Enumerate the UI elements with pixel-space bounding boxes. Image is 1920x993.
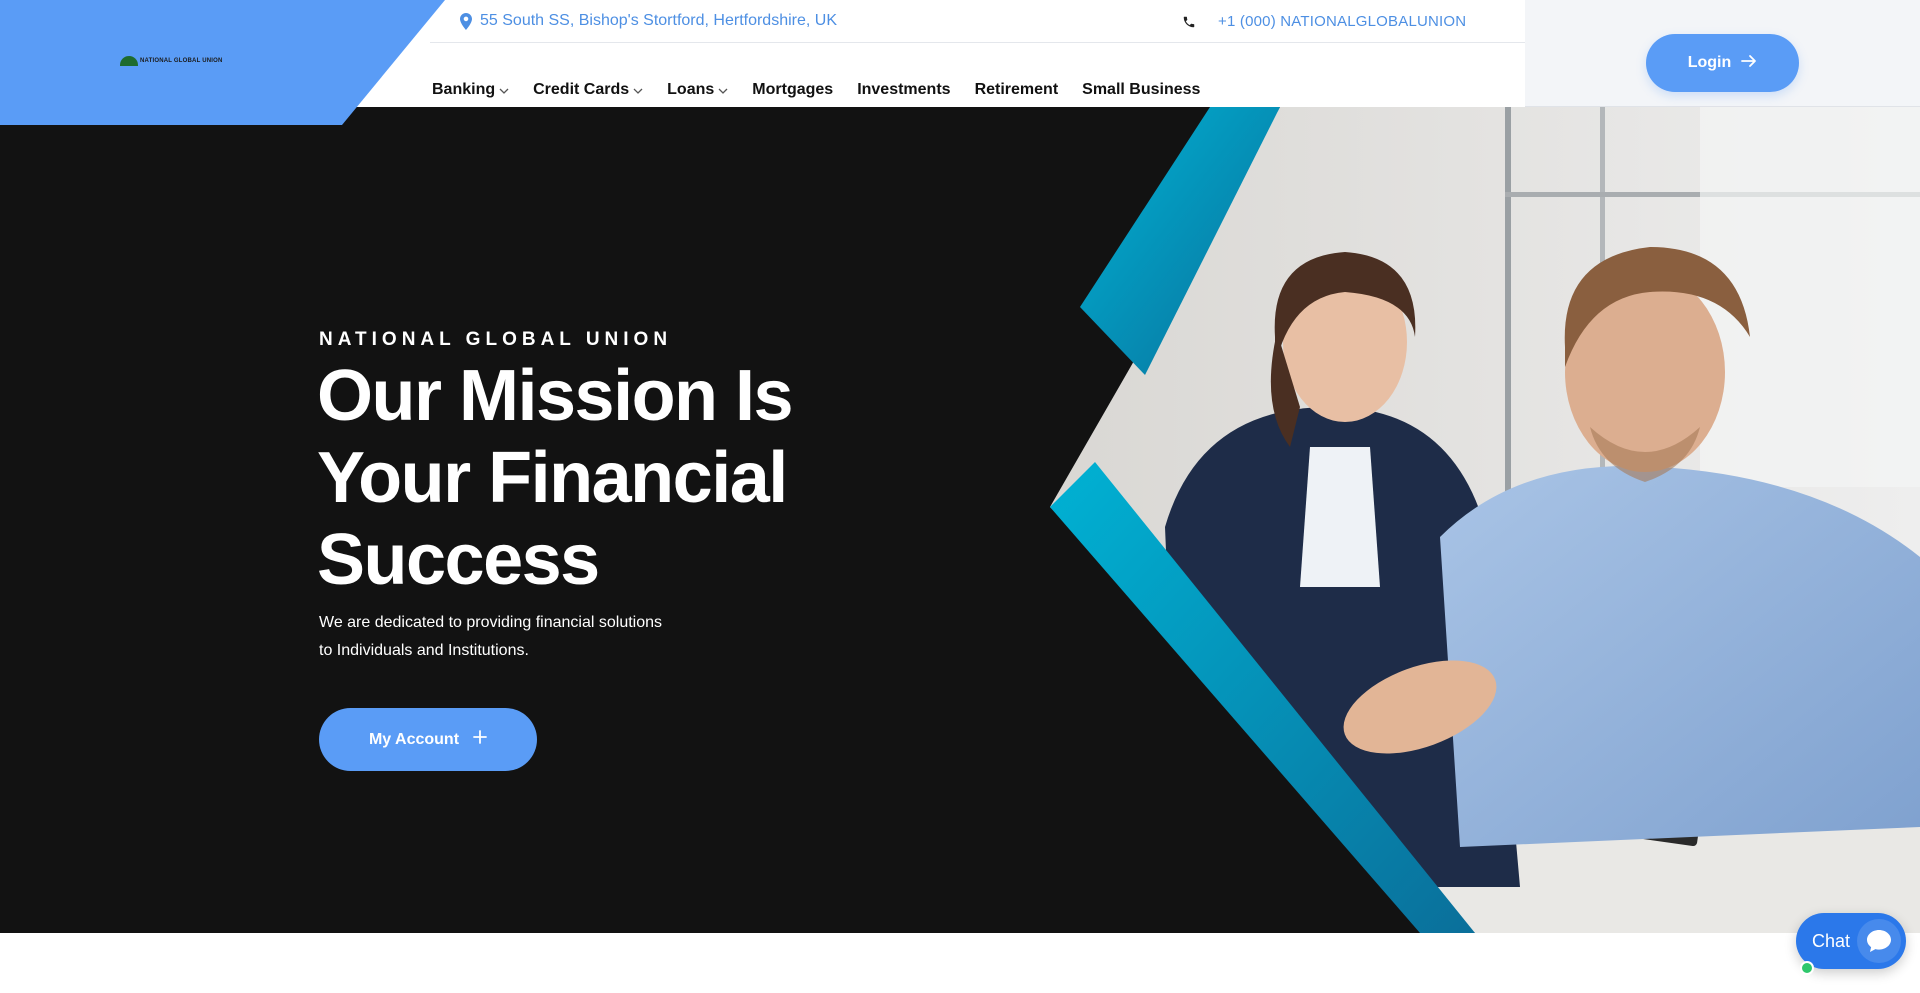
arrow-right-icon — [1741, 54, 1757, 73]
hero-title: Our Mission Is Your Financial Success — [317, 355, 837, 601]
hero-section: NATIONAL GLOBAL UNION Our Mission Is You… — [0, 107, 1920, 933]
plus-icon — [473, 730, 487, 749]
hero-eyebrow: NATIONAL GLOBAL UNION — [319, 329, 673, 350]
hero-title-line: Success — [317, 520, 600, 600]
online-status-dot — [1800, 961, 1814, 975]
chat-widget-button[interactable]: Chat — [1796, 913, 1906, 975]
nav-item-credit-cards[interactable]: Credit Cards — [533, 81, 643, 99]
nav-item-label: Investments — [857, 81, 951, 98]
nav-item-investments[interactable]: Investments — [857, 81, 950, 99]
phone-info[interactable]: +1 (000) NATIONALGLOBALUNION — [1182, 13, 1466, 30]
nav-item-small-business[interactable]: Small Business — [1082, 81, 1200, 99]
site-logo[interactable]: NATIONAL GLOBAL UNION — [120, 54, 223, 68]
hero-title-line: Our Mission Is — [317, 356, 794, 436]
phone-icon — [1182, 15, 1196, 29]
chat-bubble-icon — [1857, 919, 1901, 963]
my-account-label: My Account — [368, 730, 460, 748]
phone-text[interactable]: +1 (000) NATIONALGLOBALUNION — [1218, 13, 1466, 30]
logo-mark-icon — [120, 56, 138, 66]
my-account-button[interactable]: My Account — [319, 708, 537, 771]
hero-image — [1050, 107, 1920, 933]
login-button[interactable]: Login — [1646, 34, 1799, 92]
top-info-bar: 55 South SS, Bishop's Stortford, Hertfor… — [430, 0, 1525, 43]
hero-description-line: We are dedicated to providing financial … — [319, 614, 663, 631]
nav-item-label: Banking — [432, 81, 496, 98]
hero-title-line: Your Financial — [317, 438, 788, 518]
map-pin-icon — [460, 12, 472, 30]
hero-description: We are dedicated to providing financial … — [319, 609, 699, 665]
chat-label: Chat — [1812, 930, 1851, 951]
nav-item-label: Loans — [667, 81, 715, 98]
nav-item-retirement[interactable]: Retirement — [975, 81, 1059, 99]
chevron-down-icon — [499, 88, 509, 94]
main-nav: Banking Credit Cards Loans Mortgages Inv… — [432, 81, 1200, 99]
address-text: 55 South SS, Bishop's Stortford, Hertfor… — [480, 12, 837, 29]
logo-text: NATIONAL GLOBAL UNION — [140, 58, 223, 64]
main-navbar: Banking Credit Cards Loans Mortgages Inv… — [330, 43, 1525, 107]
nav-item-label: Credit Cards — [533, 81, 630, 98]
login-area: Login — [1525, 0, 1920, 107]
nav-item-label: Mortgages — [752, 81, 834, 98]
hero-description-line: to Individuals and Institutions. — [319, 642, 529, 659]
nav-item-label: Small Business — [1082, 81, 1201, 98]
nav-item-mortgages[interactable]: Mortgages — [752, 81, 833, 99]
nav-item-banking[interactable]: Banking — [432, 81, 509, 99]
nav-item-loans[interactable]: Loans — [667, 81, 728, 99]
chevron-down-icon — [718, 88, 728, 94]
nav-item-label: Retirement — [974, 81, 1059, 98]
login-label: Login — [1687, 54, 1732, 71]
address-info: 55 South SS, Bishop's Stortford, Hertfor… — [460, 12, 837, 30]
chevron-down-icon — [633, 88, 643, 94]
